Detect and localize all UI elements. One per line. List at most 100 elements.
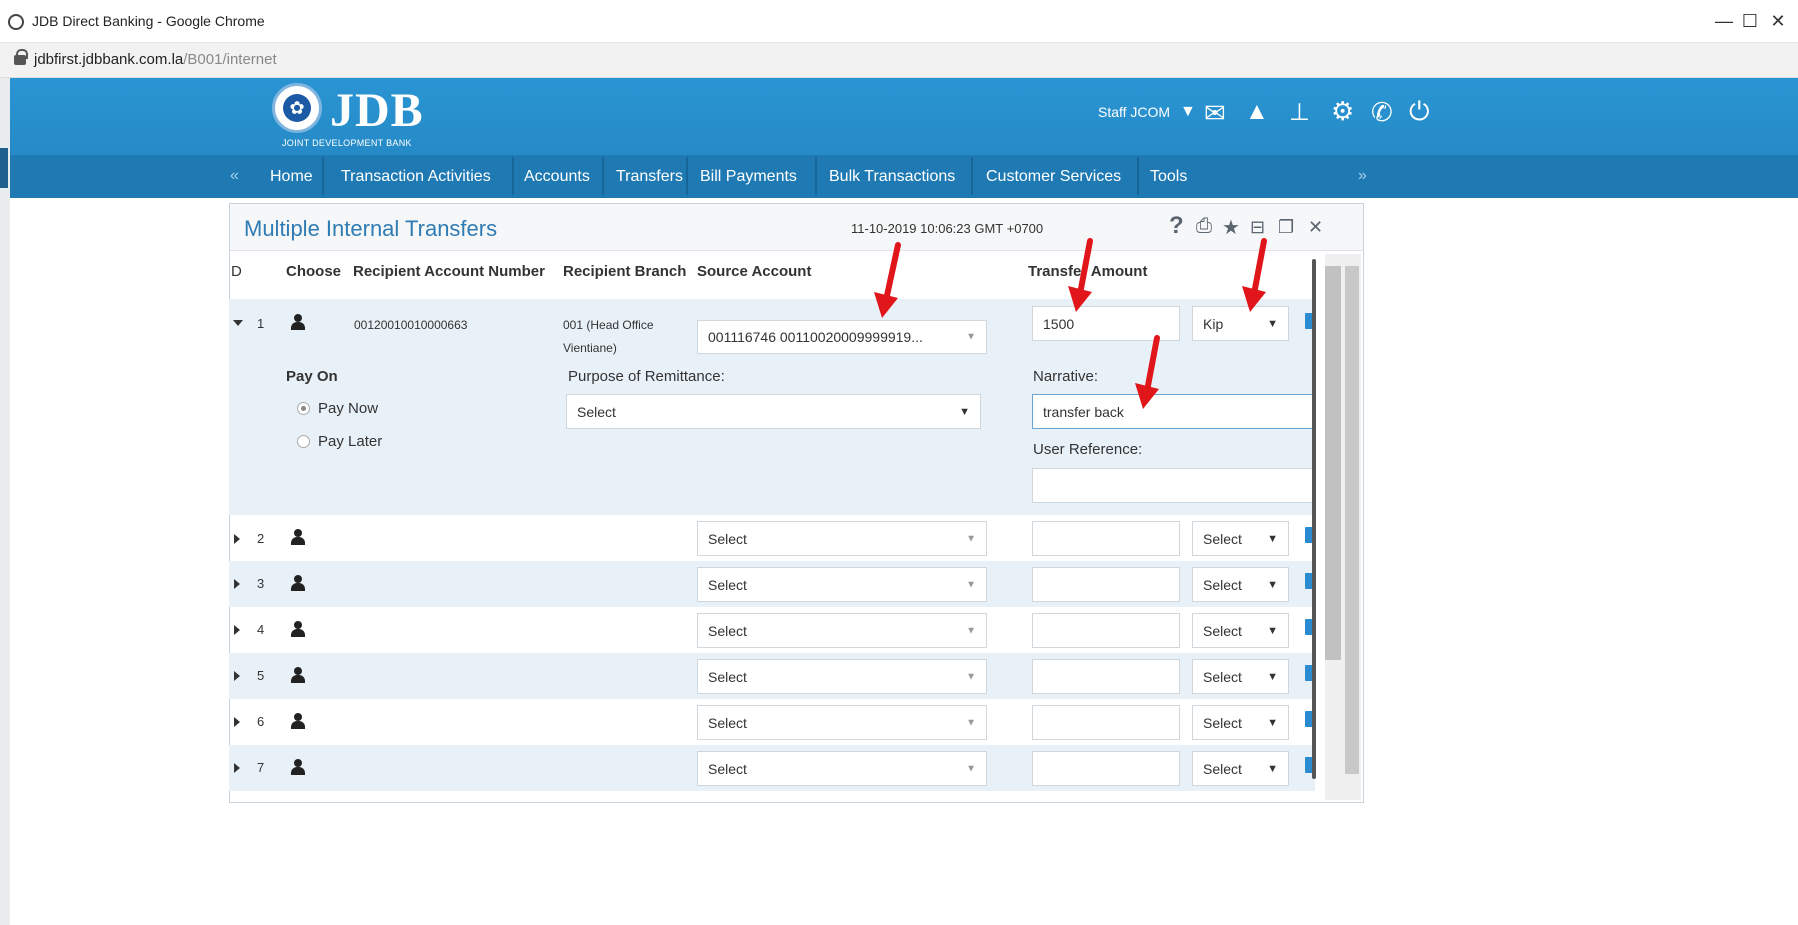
user-menu[interactable]: Staff JCOM [1098,104,1170,120]
jdb-logo-subtitle: JOINT DEVELOPMENT BANK [282,138,412,148]
browser-titlebar: JDB Direct Banking - Google Chrome — ☐ ✕ [0,0,1798,43]
expand-row-icon[interactable] [234,625,240,635]
annotation-arrow-currency [1242,238,1267,312]
menu-item-accounts[interactable]: Accounts [515,155,599,198]
choose-recipient-icon[interactable] [291,575,305,591]
menu-item-home[interactable]: Home [261,155,322,198]
col-header-recipient-account: Recipient Account Number [353,263,545,280]
print-icon[interactable]: ⎙ [1196,215,1212,238]
lock-icon [14,49,28,65]
pay-later-radio[interactable] [297,435,310,448]
menu-item-bill-payments[interactable]: Bill Payments [691,155,806,198]
recipient-branch-line1: 001 (Head Office [563,318,654,332]
choose-recipient-icon[interactable] [291,759,305,775]
caret-down-icon[interactable]: ▼ [1180,103,1196,121]
currency-select[interactable]: Select ▼ [1192,613,1289,648]
transfer-amount-input[interactable] [1032,751,1180,786]
currency-select[interactable]: Select ▼ [1192,521,1289,556]
currency-select[interactable]: Select ▼ [1192,659,1289,694]
help-icon[interactable]: ? [1169,212,1184,240]
col-header-recipient-branch: Recipient Branch [563,263,687,280]
minimize-icon[interactable]: ⊟ [1250,217,1265,238]
url-text[interactable]: jdbfirst.jdbbank.com.la/B001/internet [34,51,277,68]
user-reference-input[interactable] [1032,468,1314,503]
user-reference-label: User Reference: [1033,441,1143,458]
transfer-amount-input[interactable] [1032,705,1180,740]
panel-timestamp: 11-10-2019 10:06:23 GMT +0700 [851,221,1044,236]
phone-icon[interactable]: ✆ [1371,97,1393,128]
choose-recipient-icon[interactable] [291,713,305,729]
row-number: 4 [257,622,265,637]
choose-recipient-icon[interactable] [291,667,305,683]
col-header-id: D [231,263,242,280]
currency-select[interactable]: Select ▼ [1192,567,1289,602]
source-account-select[interactable]: Select ▼ [697,567,987,602]
row-number: 7 [257,760,265,775]
source-account-select[interactable]: Select ▼ [697,751,987,786]
jdb-logo-emblem-icon: ✿ [272,83,322,133]
warning-icon[interactable]: ▲ [1245,98,1269,126]
recipient-account-number: 00120010010000663 [354,318,468,332]
pay-now-radio[interactable] [297,402,310,415]
panel-title: Multiple Internal Transfers [244,216,498,241]
expand-row-icon[interactable] [234,579,240,589]
chrome-icon [8,14,24,30]
close-icon[interactable]: ✕ [1308,217,1323,238]
left-edge-strip [0,78,10,925]
purpose-label: Purpose of Remittance: [568,368,725,385]
annotation-arrow-source [874,242,901,318]
menu-item-customer-services[interactable]: Customer Services [977,155,1130,198]
menu-item-transfers[interactable]: Transfers [607,155,692,198]
row-number: 2 [257,531,265,546]
outer-scrollbar-thumb[interactable] [1345,266,1359,774]
menu-item-transaction-activities[interactable]: Transaction Activities [332,155,500,198]
gear-icon[interactable]: ⚙ [1331,96,1354,127]
menu-next-arrow[interactable]: » [1358,167,1367,185]
expand-row-icon[interactable] [234,763,240,773]
col-header-choose: Choose [286,263,342,280]
source-account-select[interactable]: Select ▼ [697,705,987,740]
window-icon[interactable]: ❐ [1278,217,1294,238]
expand-row-icon[interactable] [234,534,240,544]
menu-item-bulk-transactions[interactable]: Bulk Transactions [820,155,964,198]
purpose-select[interactable]: Select ▼ [566,394,981,429]
transfer-amount-input[interactable] [1032,567,1180,602]
annotation-arrow-amount [1068,238,1093,312]
address-bar[interactable]: jdbfirst.jdbbank.com.la/B001/internet [0,43,1798,78]
pay-on-label: Pay On [286,368,338,385]
sitemap-icon[interactable]: ⊥ [1289,98,1310,127]
menu-item-tools[interactable]: Tools [1141,155,1196,198]
source-account-select[interactable]: 001116746 00110020009999919... ▼ [697,320,987,354]
choose-recipient-icon[interactable] [291,529,305,545]
scrollbar-thumb[interactable] [1325,266,1341,660]
choose-recipient-icon[interactable] [291,314,305,330]
row-number: 5 [257,668,265,683]
menu-prev-arrow[interactable]: « [230,167,239,185]
choose-recipient-icon[interactable] [291,621,305,637]
row-number: 1 [257,316,265,331]
source-account-select[interactable]: Select ▼ [697,521,987,556]
row-number: 6 [257,714,265,729]
expand-row-icon[interactable] [234,671,240,681]
pay-now-label: Pay Now [318,400,379,417]
collapse-row-icon[interactable] [233,320,243,326]
transfer-amount-input[interactable] [1032,613,1180,648]
source-account-select[interactable]: Select ▼ [697,613,987,648]
row-number: 3 [257,576,265,591]
inner-scrollbar-line[interactable] [1312,259,1316,779]
window-title: JDB Direct Banking - Google Chrome [32,13,265,29]
transfer-amount-input[interactable] [1032,521,1180,556]
recipient-branch-line2: Vientiane) [563,341,617,355]
main-menu: « Home Transaction Activities Accounts T… [10,155,1798,198]
col-header-source-account: Source Account [697,263,812,280]
close-window-button[interactable]: ✕ [1758,9,1798,33]
currency-select[interactable]: Select ▼ [1192,751,1289,786]
transfer-amount-input[interactable] [1032,659,1180,694]
currency-select[interactable]: Select ▼ [1192,705,1289,740]
expand-row-icon[interactable] [234,717,240,727]
mail-icon[interactable]: ✉ [1204,98,1226,129]
power-icon[interactable]: ⏻ [1409,96,1430,128]
pay-later-label: Pay Later [318,433,383,450]
source-account-select[interactable]: Select ▼ [697,659,987,694]
annotation-arrow-narrative [1135,335,1160,409]
